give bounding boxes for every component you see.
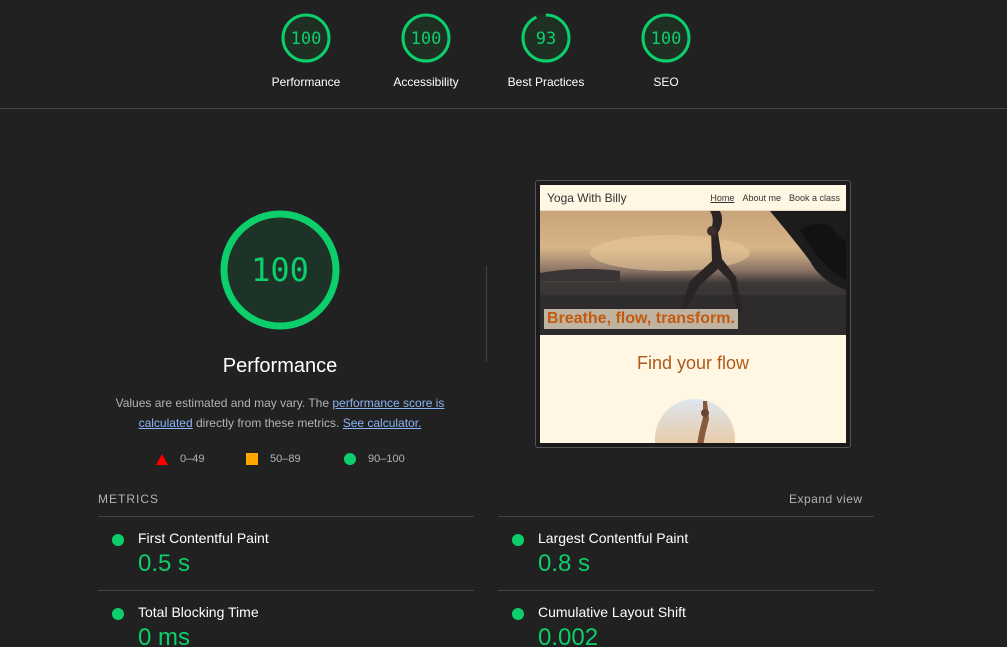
description-text-middle: directly from these metrics. (192, 416, 343, 430)
legend-average-range: 50–89 (270, 453, 301, 465)
legend-pass-range: 90–100 (368, 453, 405, 465)
legend-pass: 90–100 (344, 453, 405, 465)
gauge-performance-label: Performance (271, 75, 341, 89)
metric-lcp-value: 0.8 s (538, 550, 591, 577)
gauge-seo[interactable]: 100 SEO (611, 12, 721, 89)
performance-main-score: 100 (251, 251, 309, 289)
performance-description: Values are estimated and may vary. The p… (100, 393, 460, 433)
performance-title: Performance (222, 355, 338, 377)
score-summary-bar: 100 Performance 100 Accessibility 93 Bes… (0, 0, 1007, 109)
screenshot-brand: Yoga With Billy (547, 190, 627, 205)
pass-circle-icon (344, 453, 356, 465)
metric-tbt-value: 0 ms (138, 624, 191, 647)
pass-circle-icon (112, 534, 124, 546)
gauge-best-practices-score: 93 (536, 29, 556, 49)
gauge-best-practices[interactable]: 93 Best Practices (491, 12, 601, 89)
pass-circle-icon (512, 534, 524, 546)
legend-average: 50–89 (246, 453, 301, 465)
final-screenshot[interactable]: Yoga With Billy Home About me Book a cla… (535, 180, 851, 448)
average-square-icon (246, 453, 258, 465)
fail-triangle-icon (156, 453, 168, 465)
gauge-accessibility-score: 100 (411, 29, 442, 49)
metrics-divider-left-2 (98, 590, 474, 591)
metrics-divider-right-2 (498, 590, 874, 591)
metric-tbt-name: Total Blocking Time (138, 604, 259, 620)
metrics-divider-left-1 (98, 516, 474, 517)
gauge-accessibility-label: Accessibility (393, 75, 459, 89)
gauge-performance-ring: 100 (281, 13, 331, 63)
legend-fail-range: 0–49 (180, 453, 205, 465)
screenshot-page: Yoga With Billy Home About me Book a cla… (540, 185, 846, 443)
performance-main-gauge: 100 (220, 210, 340, 330)
legend-fail: 0–49 (156, 453, 204, 465)
gauge-performance[interactable]: 100 Performance (251, 12, 361, 89)
description-text-start: Values are estimated and may vary. The (115, 396, 333, 410)
metric-cls-name: Cumulative Layout Shift (538, 604, 686, 620)
screenshot-heading: Find your flow (636, 353, 750, 373)
gauge-seo-label: SEO (653, 75, 679, 89)
section-divider (486, 266, 487, 362)
pass-circle-icon (512, 608, 524, 620)
screenshot-nav-home: Home (710, 192, 735, 203)
metric-lcp-name: Largest Contentful Paint (538, 530, 689, 546)
screenshot-nav-book: Book a class (788, 192, 840, 203)
pass-circle-icon (112, 608, 124, 620)
metric-fcp-value: 0.5 s (138, 550, 191, 577)
gauge-performance-score: 100 (291, 29, 322, 49)
gauge-seo-ring: 100 (641, 13, 691, 63)
gauge-seo-score: 100 (651, 29, 682, 49)
gauge-best-practices-label: Best Practices (507, 75, 585, 89)
metric-cls-value: 0.002 (538, 624, 599, 647)
screenshot-hero-image: Breathe, flow, transform. (540, 211, 846, 335)
screenshot-nav-about: About me (742, 192, 781, 203)
gauge-accessibility-ring: 100 (401, 13, 451, 63)
see-calculator-link[interactable]: See calculator. (343, 416, 422, 430)
screenshot-tagline: Breathe, flow, transform. (544, 309, 738, 329)
expand-view-button[interactable]: Expand view (789, 492, 863, 506)
screenshot-round-photo (655, 399, 735, 443)
metric-fcp-name: First Contentful Paint (138, 530, 269, 546)
screenshot-nav-links: Home About me Book a class (710, 193, 840, 203)
gauge-accessibility[interactable]: 100 Accessibility (371, 12, 481, 89)
metrics-divider-right-1 (498, 516, 874, 517)
metrics-header: METRICS (98, 492, 159, 506)
screenshot-navbar: Yoga With Billy Home About me Book a cla… (540, 185, 846, 211)
yoga-figure-image (697, 401, 709, 443)
gauge-best-practices-ring: 93 (521, 13, 571, 63)
